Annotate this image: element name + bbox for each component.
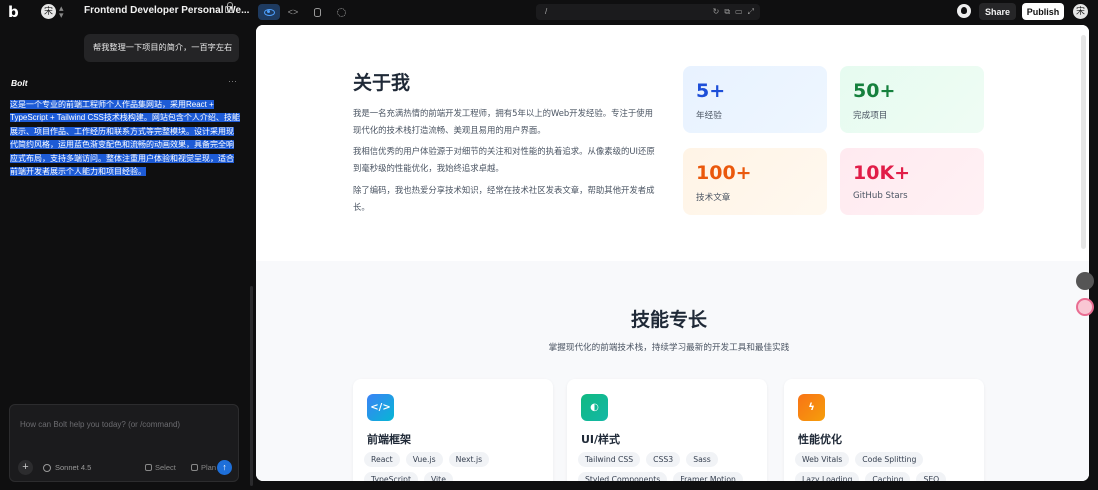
cursor-icon <box>145 464 152 471</box>
send-button[interactable]: ↑ <box>217 460 232 475</box>
assistant-reply: 这是一个专业的前端工程师个人作品集网站，采用React + TypeScript… <box>10 98 240 178</box>
user-avatar[interactable]: 宋 <box>41 4 56 19</box>
select-label: Select <box>155 463 176 472</box>
database-tab[interactable] <box>306 4 328 20</box>
skill-card-title: 性能优化 <box>798 433 842 446</box>
skill-card-title: 前端框架 <box>367 433 411 446</box>
about-section: 关于我 我是一名充满热情的前端开发工程师，拥有5年以上的Web开发经验。专注于使… <box>256 25 1089 261</box>
lock-icon[interactable] <box>225 2 233 13</box>
skill-tag: SEO <box>916 472 947 481</box>
more-options-icon[interactable]: ··· <box>228 76 237 86</box>
skill-card-performance: ϟ 性能优化 Web Vitals Code Splitting Lazy Lo… <box>784 379 984 481</box>
skill-tag: Sass <box>686 452 718 467</box>
top-bar: b 宋 ▴ ▾ Frontend Developer Personal We...… <box>0 0 1098 24</box>
skill-tag: TypeScript <box>364 472 418 481</box>
about-paragraph: 除了编码，我也热爱分享技术知识，经常在技术社区发表文章，帮助其他开发者成长。 <box>353 185 655 212</box>
lightbulb-icon <box>191 464 198 471</box>
skill-tag: Next.js <box>448 452 490 467</box>
skill-tag: Caching <box>865 472 911 481</box>
gear-icon <box>336 7 346 17</box>
model-name: Sonnet 4.5 <box>55 463 92 472</box>
url-text: / <box>545 7 548 16</box>
code-tab[interactable]: <> <box>282 4 304 20</box>
select-button[interactable]: Select <box>145 463 176 472</box>
device-icon[interactable]: ▭ <box>735 7 743 17</box>
skills-subtitle: 掌握现代化的前端技术栈，持续学习最新的开发工具和最佳实践 <box>548 343 790 353</box>
skill-tag: Tailwind CSS <box>578 452 641 467</box>
open-external-icon[interactable]: ⧉ <box>724 7 730 17</box>
about-paragraph: 我是一名充满热情的前端开发工程师，拥有5年以上的Web开发经验。专注于使用现代化… <box>353 108 653 135</box>
plan-button[interactable]: Plan <box>191 463 216 472</box>
settings-tab[interactable] <box>330 4 352 20</box>
skills-section: 技能专长 掌握现代化的前端技术栈，持续学习最新的开发工具和最佳实践 </> 前端… <box>256 261 1089 481</box>
stat-value: 100+ <box>696 162 752 184</box>
lightning-icon: ϟ <box>798 394 825 421</box>
skill-tag: CSS3 <box>646 452 681 467</box>
skill-tag: React <box>364 452 400 467</box>
stat-card-projects: 50+ 完成项目 <box>840 66 984 133</box>
skill-tag: Framer Motion <box>673 472 743 481</box>
stat-label: 完成项目 <box>853 111 888 121</box>
preview-url-bar[interactable]: / ↻ ⧉ ▭ ⤢ <box>536 4 760 20</box>
github-icon[interactable] <box>957 4 971 18</box>
skill-card-title: UI/样式 <box>581 433 621 446</box>
bolt-logo[interactable]: b <box>8 3 26 21</box>
skill-tags: Tailwind CSS CSS3 Sass Styled Components… <box>578 452 763 481</box>
code-icon: <> <box>287 7 299 17</box>
refresh-icon[interactable]: ↻ <box>713 7 720 17</box>
floating-widget-icon[interactable] <box>1076 272 1094 290</box>
stat-value: 10K+ <box>853 162 911 184</box>
skills-title: 技能专长 <box>630 309 707 331</box>
stat-label: GitHub Stars <box>853 191 908 201</box>
share-button[interactable]: Share <box>979 3 1016 20</box>
skill-tags: Web Vitals Code Splitting Lazy Loading C… <box>795 452 980 481</box>
chat-input-box: + Sonnet 4.5 Select Plan ↑ <box>9 404 239 482</box>
stat-value: 5+ <box>696 80 726 102</box>
site-preview: 关于我 我是一名充满热情的前端开发工程师，拥有5年以上的Web开发经验。专注于使… <box>256 25 1089 481</box>
stat-value: 50+ <box>853 80 896 102</box>
attach-button[interactable]: + <box>18 460 33 475</box>
stat-label: 技术文章 <box>696 193 731 203</box>
chat-panel: 帮我整理一下项目的简介，一百字左右 Bolt ··· 这是一个专业的前端工程师个… <box>0 24 256 490</box>
user-message: 帮我整理一下项目的简介，一百字左右 <box>84 34 239 62</box>
code-icon: </> <box>367 394 394 421</box>
skill-tag: Styled Components <box>578 472 668 481</box>
view-toggle: <> <box>258 4 352 20</box>
publish-button[interactable]: Publish <box>1022 3 1064 20</box>
preview-tab[interactable] <box>258 4 280 20</box>
assistant-name: Bolt <box>11 78 28 88</box>
about-paragraph: 我相信优秀的用户体验源于对细节的关注和对性能的执着追求。从像素级的UI还原到毫秒… <box>353 146 655 173</box>
eye-icon <box>263 8 275 16</box>
fullscreen-icon[interactable]: ⤢ <box>748 7 754 17</box>
chat-scrollbar[interactable] <box>250 286 253 486</box>
skill-tag: Web Vitals <box>795 452 850 467</box>
chevron-updown-icon[interactable]: ▴ ▾ <box>59 4 64 20</box>
stat-card-stars: 10K+ GitHub Stars <box>840 148 984 215</box>
skill-tag: Vite <box>423 472 453 481</box>
skill-tag: Vue.js <box>405 452 443 467</box>
skill-card-frameworks: </> 前端框架 React Vue.js Next.js TypeScript… <box>353 379 553 481</box>
account-avatar[interactable]: 宋 <box>1073 4 1088 19</box>
model-icon <box>43 463 51 472</box>
chat-input[interactable] <box>20 415 228 433</box>
stat-label: 年经验 <box>696 111 722 121</box>
skill-tag: Code Splitting <box>855 452 924 467</box>
skill-tags: React Vue.js Next.js TypeScript Vite <box>364 452 549 481</box>
preview-scrollbar[interactable] <box>1081 35 1086 249</box>
stat-card-articles: 100+ 技术文章 <box>683 148 827 215</box>
stat-card-experience: 5+ 年经验 <box>683 66 827 133</box>
palette-icon: ◐ <box>581 394 608 421</box>
database-icon <box>313 7 321 17</box>
plan-label: Plan <box>201 463 217 472</box>
assistant-reply-text: 这是一个专业的前端工程师个人作品集网站，采用React + TypeScript… <box>10 100 240 177</box>
model-selector[interactable]: Sonnet 4.5 <box>43 463 91 472</box>
skill-card-ui-styles: ◐ UI/样式 Tailwind CSS CSS3 Sass Styled Co… <box>567 379 767 481</box>
floating-avatar-icon[interactable] <box>1076 298 1094 316</box>
about-title: 关于我 <box>353 72 411 94</box>
skill-tag: Lazy Loading <box>795 472 860 481</box>
